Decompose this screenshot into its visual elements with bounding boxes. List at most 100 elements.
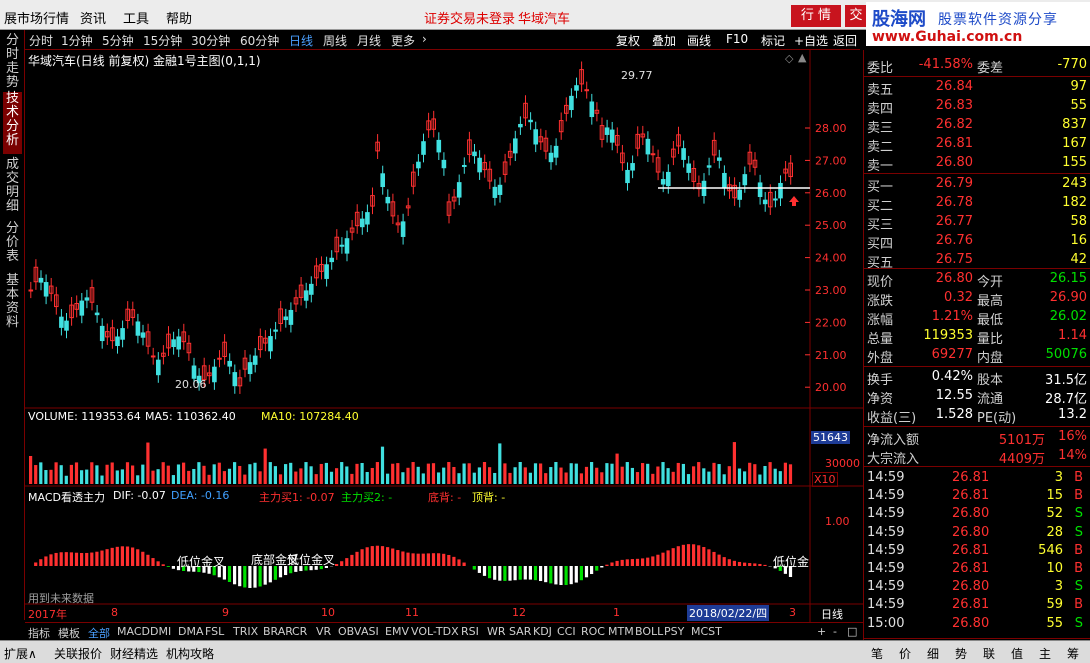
book-row[interactable]: 买二 26.78 182 [864,194,1090,214]
book-row[interactable]: 卖三 26.82 837 [864,116,1090,136]
f10-button[interactable]: F10 [726,32,748,46]
tick-row[interactable]: 14:59 26.80 52 S [864,505,1090,523]
menu-help[interactable]: 帮助 [166,8,192,27]
period-60m[interactable]: 60分钟 [240,32,279,49]
indicator-tab[interactable]: KDJ [533,625,552,638]
adjust-button[interactable]: 复权 [616,32,640,49]
quote-subtab[interactable]: 联 [983,645,995,662]
volume-bar [758,474,762,484]
indicator-tab[interactable]: ROC [581,625,605,638]
tab-technical[interactable]: 技术分析 [3,92,22,154]
book-row[interactable]: 买四 26.76 16 [864,232,1090,252]
macd-bar [748,563,752,566]
tick-row[interactable]: 15:00 26.80 55 S [864,615,1090,633]
indicator-tab[interactable]: VOL-TDX [411,625,459,638]
quote-subtab[interactable]: 主 [1039,645,1051,662]
period-15m[interactable]: 15分钟 [143,32,182,49]
indicator-tab[interactable]: PSY [664,625,684,638]
indicator-tab[interactable]: 全部 [88,625,110,641]
volume-bar [564,472,568,484]
tab-institution[interactable]: 机构攻略 [166,645,214,662]
tick-row[interactable]: 14:59 26.81 546 B [864,542,1090,560]
book-row[interactable]: 卖五 26.84 97 [864,78,1090,98]
tick-row[interactable]: 14:59 26.81 59 B [864,596,1090,614]
settings-icon[interactable]: □ [847,625,857,638]
tab-timeshare[interactable]: 分时走势 [3,34,22,90]
book-row[interactable]: 买一 26.79 243 [864,175,1090,195]
macd-bar [686,544,691,566]
indicator-tab[interactable]: 指标 [28,625,50,641]
period-more[interactable]: 更多 [391,32,415,49]
indicator-tab[interactable]: RSI [461,625,479,638]
quote-subtab[interactable]: 笔 [871,645,883,662]
indicator-tab[interactable]: MTM [608,625,634,638]
diamond-icon[interactable]: ◇ [785,52,793,65]
back-button[interactable]: 返回 [833,32,857,49]
period-week[interactable]: 周线 [323,32,347,49]
trade-button[interactable]: 交 [845,5,867,27]
menu-tools[interactable]: 工具 [123,8,149,27]
indicator-tab[interactable]: 模板 [58,625,80,641]
zoom-in-button[interactable]: + [817,625,826,638]
overlay-button[interactable]: 叠加 [652,32,676,49]
indicator-tab[interactable]: WR [487,625,506,638]
indicator-tab[interactable]: FSL [205,625,224,638]
quote-subtab[interactable]: 势 [955,645,967,662]
book-row[interactable]: 买三 26.77 58 [864,213,1090,233]
quote-subtab[interactable]: 细 [927,645,939,662]
expand-button[interactable]: 扩展∧ [4,645,37,662]
period-month[interactable]: 月线 [357,32,381,49]
tick-row[interactable]: 14:59 26.80 28 S [864,524,1090,542]
quote-subtab[interactable]: 值 [1011,645,1023,662]
mark-button[interactable]: 标记 [761,32,785,49]
period-5m[interactable]: 5分钟 [102,32,134,49]
tick-row[interactable]: 14:59 26.81 3 B [864,469,1090,487]
indicator-tab[interactable]: TRIX [233,625,258,638]
stat-value: 26.15 [1049,271,1087,286]
chevron-right-icon[interactable]: › [422,32,427,46]
tab-related-quotes[interactable]: 关联报价 [54,645,102,662]
draw-button[interactable]: 画线 [687,32,711,49]
zoom-out-button[interactable]: - [833,625,837,638]
period-1m[interactable]: 1分钟 [61,32,93,49]
indicator-tab[interactable]: CR [292,625,307,638]
book-row[interactable]: 卖二 26.81 167 [864,135,1090,155]
quote-button[interactable]: 行 情 [791,5,841,27]
add-favorite-button[interactable]: +自选 [794,32,828,49]
tab-trades[interactable]: 成交明细 [3,158,22,218]
indicator-tab[interactable]: MACD [117,625,150,638]
tab-finance-picks[interactable]: 财经精选 [110,645,158,662]
indicator-tab[interactable]: BRAR [263,625,293,638]
indicator-tab[interactable]: CCI [557,625,576,638]
indicator-tab[interactable]: DMI [150,625,171,638]
indicator-tab[interactable]: EMV [385,625,409,638]
stat-value: 0.42% [931,369,973,384]
tab-fundamentals[interactable]: 基本资料 [3,274,22,332]
book-row[interactable]: 卖四 26.83 55 [864,97,1090,117]
period-timeshare[interactable]: 分时 [29,32,53,49]
kline-chart[interactable]: 28.00 27.00 26.00 25.00 24.00 23.00 22.00 21.00… [25,50,863,622]
book-row[interactable]: 卖一 26.80 155 [864,154,1090,174]
menu-news[interactable]: 资讯 [80,8,106,27]
day-line-button[interactable]: 日线 [821,606,843,622]
tick-row[interactable]: 14:59 26.80 3 S [864,578,1090,596]
indicator-tab[interactable]: MCST [691,625,722,638]
quote-subtab[interactable]: 筹 [1067,645,1079,662]
login-notice[interactable]: 证券交易未登录 [424,8,515,27]
scroll-up-icon[interactable]: ▲ [798,51,806,64]
indicator-tab[interactable]: BOLL [635,625,663,638]
quote-subtab[interactable]: 价 [899,645,911,662]
indicator-tab[interactable]: OBV [338,625,361,638]
indicator-tab[interactable]: DMA [178,625,204,638]
indicator-tab[interactable]: VR [316,625,331,638]
tick-row[interactable]: 14:59 26.81 10 B [864,560,1090,578]
tab-price-table[interactable]: 分价表 [3,222,22,270]
macd-bar [763,564,767,566]
macd-name[interactable]: MACD看透主力 [28,489,105,505]
chart-canvas[interactable]: 28.00 27.00 26.00 25.00 24.00 23.00 22.00 21.00… [25,50,863,622]
period-30m[interactable]: 30分钟 [191,32,230,49]
period-day[interactable]: 日线 [289,32,313,49]
indicator-tab[interactable]: ASI [361,625,379,638]
indicator-tab[interactable]: SAR [509,625,531,638]
tick-row[interactable]: 14:59 26.81 15 B [864,487,1090,505]
